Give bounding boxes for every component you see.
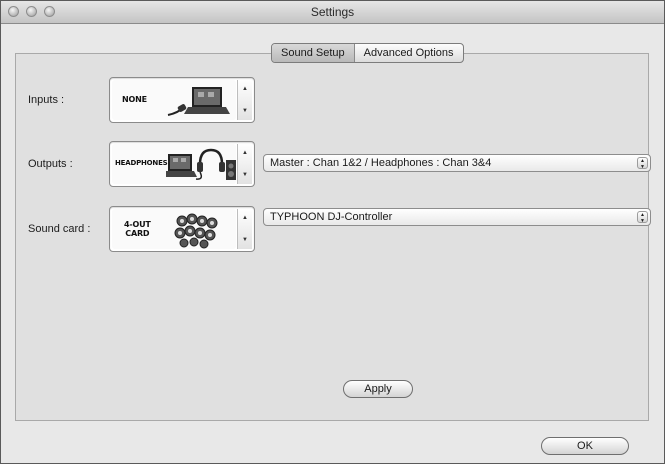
outputs-label: Outputs : (28, 158, 73, 170)
window-title: Settings (310, 5, 355, 19)
outputs-routing-value: Master : Chan 1&2 / Headphones : Chan 3&… (270, 157, 492, 169)
tab-bar: Sound Setup Advanced Options (271, 43, 464, 63)
stepper-up-icon[interactable]: ▲ (238, 86, 252, 92)
sound-card-select[interactable]: TYPHOON DJ-Controller ▲ ▼ (263, 208, 651, 226)
inputs-picker[interactable]: NONE ▲ ▼ (109, 77, 255, 123)
stepper-down-icon[interactable]: ▼ (238, 237, 252, 243)
outputs-picker-text: HEADPHONES (115, 159, 168, 167)
select-arrows-icon: ▲ ▼ (637, 211, 648, 224)
sound-card-picker[interactable]: 4-OUT CARD ▲ ▼ (109, 206, 255, 252)
ok-button[interactable]: OK (541, 437, 629, 455)
sound-card-label: Sound card : (28, 223, 91, 235)
tab-advanced-options[interactable]: Advanced Options (355, 44, 463, 62)
stepper-up-icon[interactable]: ▲ (238, 150, 252, 156)
inputs-picker-text: NONE (122, 95, 147, 104)
apply-button[interactable]: Apply (343, 380, 413, 398)
inputs-stepper[interactable]: ▲ ▼ (237, 80, 252, 120)
select-arrows-icon: ▲ ▼ (637, 157, 648, 170)
inputs-picker-face: NONE (112, 80, 236, 120)
sound-card-picker-line2: CARD (125, 229, 150, 238)
laptop-headphones-speaker-icon (166, 148, 236, 180)
title-bar: Settings (1, 1, 664, 24)
outputs-stepper[interactable]: ▲ ▼ (237, 144, 252, 184)
tab-sound-setup[interactable]: Sound Setup (272, 44, 355, 62)
sound-card-stepper[interactable]: ▲ ▼ (237, 209, 252, 249)
sound-card-picker-face: 4-OUT CARD (112, 209, 236, 249)
sound-card-picker-text: 4-OUT CARD (124, 220, 151, 238)
settings-window: Settings Sound Setup Advanced Options In… (0, 0, 665, 464)
laptop-cable-icon (167, 87, 230, 116)
stepper-up-icon[interactable]: ▲ (238, 215, 252, 221)
outputs-routing-select[interactable]: Master : Chan 1&2 / Headphones : Chan 3&… (263, 154, 651, 172)
inputs-label: Inputs : (28, 94, 65, 106)
stepper-down-icon[interactable]: ▼ (238, 108, 252, 114)
sound-card-picker-line1: 4-OUT (124, 220, 151, 229)
outputs-picker[interactable]: HEADPHONES ▲ ▼ (109, 141, 255, 187)
sound-card-value: TYPHOON DJ-Controller (270, 211, 393, 223)
stepper-down-icon[interactable]: ▼ (238, 172, 252, 178)
outputs-picker-face: HEADPHONES (112, 144, 236, 184)
rca-connectors-icon (174, 213, 218, 249)
